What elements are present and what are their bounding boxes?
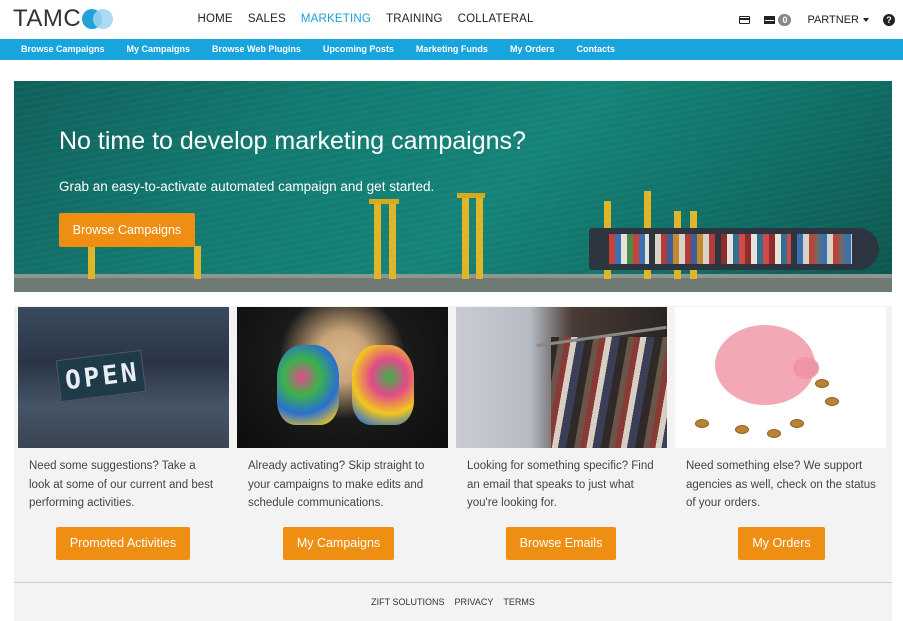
painted-hand — [277, 345, 339, 425]
hero-banner: No time to develop marketing campaigns? … — [14, 81, 892, 292]
card-description: Need some suggestions? Take a look at so… — [29, 460, 214, 509]
nav-training[interactable]: TRAINING — [379, 0, 451, 39]
painted-hands-image — [237, 307, 448, 448]
subnav-my-campaigns[interactable]: My Campaigns — [116, 39, 202, 60]
coin — [695, 419, 709, 428]
crane — [194, 246, 201, 279]
card-description: Need something else? We support agencies… — [686, 460, 876, 509]
my-campaigns-button[interactable]: My Campaigns — [283, 527, 394, 560]
subnav-browse-web-plugins[interactable]: Browse Web Plugins — [201, 39, 312, 60]
coin — [767, 429, 781, 438]
card-promoted-activities: OPEN Need some suggestions? Take a look … — [14, 306, 229, 582]
crane-top — [369, 199, 399, 204]
painted-hand — [352, 345, 414, 425]
sub-nav: Browse Campaigns My Campaigns Browse Web… — [0, 39, 903, 60]
card-my-campaigns: Already activating? Skip straight to you… — [233, 306, 448, 582]
subnav-upcoming-posts[interactable]: Upcoming Posts — [312, 39, 405, 60]
piggy-bank-image — [675, 307, 886, 448]
footer-link-privacy[interactable]: PRIVACY — [455, 597, 494, 607]
browse-campaigns-button[interactable]: Browse Campaigns — [59, 213, 195, 247]
mail-count-badge: 0 — [778, 13, 792, 26]
containers — [721, 234, 791, 264]
crane — [476, 193, 483, 279]
footer-link-zift-solutions[interactable]: ZIFT SOLUTIONS — [371, 597, 444, 607]
subnav-browse-campaigns[interactable]: Browse Campaigns — [10, 39, 116, 60]
piggy-snout — [793, 357, 819, 379]
coin — [790, 419, 804, 428]
envelope-icon — [764, 15, 776, 24]
footer: ZIFT SOLUTIONS PRIVACY TERMS — [14, 582, 892, 621]
card-description: Already activating? Skip straight to you… — [248, 460, 425, 509]
open-sign-image: OPEN — [18, 307, 229, 448]
promoted-activities-button[interactable]: Promoted Activities — [56, 527, 190, 560]
nav-marketing[interactable]: MARKETING — [293, 0, 378, 39]
nav-collateral[interactable]: COLLATERAL — [450, 0, 541, 39]
caret-down-icon — [863, 17, 869, 22]
main-nav: HOME SALES MARKETING TRAINING COLLATERAL — [190, 0, 541, 39]
crane — [462, 193, 469, 279]
help-icon[interactable]: ? — [883, 13, 895, 26]
open-sign: OPEN — [55, 349, 147, 403]
cards-section: OPEN Need some suggestions? Take a look … — [14, 306, 892, 582]
card-browse-emails: Looking for something specific? Find an … — [452, 306, 667, 582]
logo-text: TAMC — [13, 5, 82, 32]
subnav-my-orders[interactable]: My Orders — [499, 39, 566, 60]
subnav-contacts[interactable]: Contacts — [565, 39, 626, 60]
hero-subtitle: Grab an easy-to-activate automated campa… — [59, 179, 435, 194]
footer-link-terms[interactable]: TERMS — [503, 597, 535, 607]
browse-emails-button[interactable]: Browse Emails — [506, 527, 616, 560]
crane — [374, 199, 381, 279]
partner-label: PARTNER — [807, 13, 859, 26]
my-orders-button[interactable]: My Orders — [738, 527, 825, 560]
card-description: Looking for something specific? Find an … — [467, 460, 654, 509]
crane — [389, 199, 396, 279]
containers — [609, 234, 649, 264]
partner-dropdown[interactable]: PARTNER — [807, 14, 869, 26]
top-header: TAMC HOME SALES MARKETING TRAINING COLLA… — [0, 0, 903, 39]
coin — [735, 425, 749, 434]
coin — [815, 379, 829, 388]
clothes-on-rack — [551, 337, 667, 448]
container-ship — [589, 228, 879, 270]
logo[interactable]: TAMC — [13, 5, 116, 32]
messages-button[interactable]: 0 — [764, 13, 792, 26]
containers — [797, 234, 852, 264]
right-nav: 0 PARTNER ? — [739, 0, 895, 39]
nav-home[interactable]: HOME — [190, 0, 240, 39]
dock — [14, 278, 892, 292]
subnav-marketing-funds[interactable]: Marketing Funds — [405, 39, 499, 60]
open-sign-text: OPEN — [63, 357, 142, 397]
hero-title: No time to develop marketing campaigns? — [59, 127, 526, 155]
logo-circles-icon — [82, 8, 116, 30]
credit-card-icon[interactable] — [739, 15, 751, 24]
coin — [825, 397, 839, 406]
clothing-rack-image — [456, 307, 667, 448]
crane-top — [457, 193, 485, 198]
containers — [655, 234, 715, 264]
card-my-orders: Need something else? We support agencies… — [671, 306, 886, 582]
nav-sales[interactable]: SALES — [240, 0, 293, 39]
